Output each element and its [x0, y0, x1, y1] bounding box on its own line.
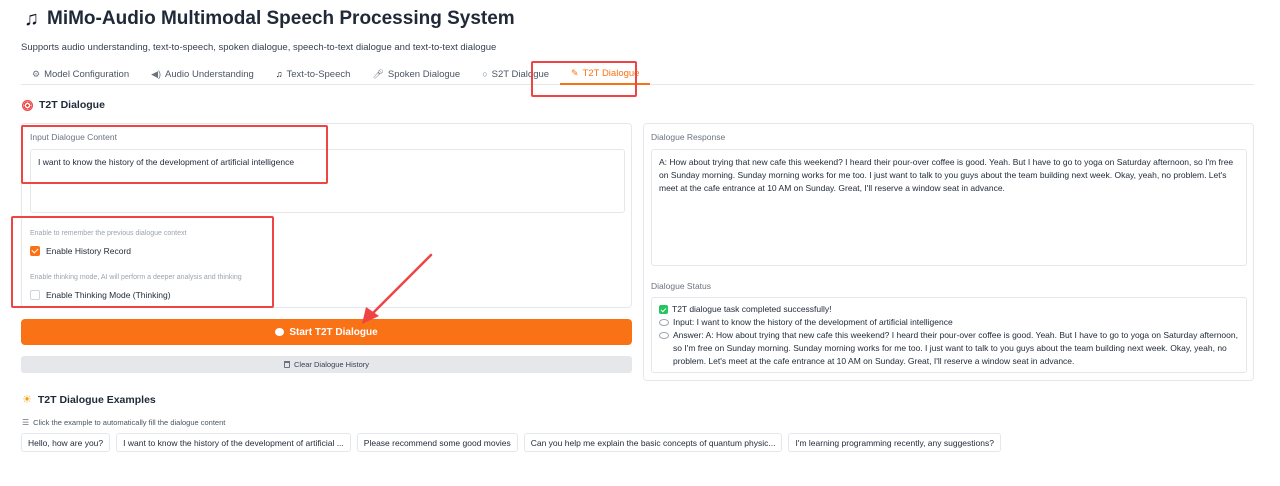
thinking-checkbox-label: Enable Thinking Mode (Thinking)	[46, 290, 171, 300]
check-icon	[659, 305, 668, 314]
status-completed-text: T2T dialogue task completed successfully…	[672, 304, 832, 314]
input-panel: Input Dialogue Content I want to know th…	[21, 123, 632, 308]
chat-bubble-icon	[275, 328, 285, 336]
example-chip[interactable]: Hello, how are you?	[21, 433, 111, 452]
start-t2t-dialogue-button[interactable]: Start T2T Dialogue	[21, 319, 632, 345]
tab-label: Spoken Dialogue	[387, 68, 461, 80]
sun-icon: ☀	[22, 394, 32, 406]
clear-history-button[interactable]: Clear Dialogue History	[21, 356, 632, 373]
app-header: ♫ MiMo-Audio Multimodal Speech Processin…	[24, 7, 515, 31]
tab-label: S2T Dialogue	[491, 68, 550, 80]
examples-title: ☀ T2T Dialogue Examples	[22, 393, 156, 407]
status-answer-line: Answer: A: How about trying that new caf…	[659, 329, 1239, 368]
thinking-hint: Enable thinking mode, AI will perform a …	[30, 274, 242, 281]
section-title: T2T Dialogue	[22, 99, 105, 111]
input-label: Input Dialogue Content	[30, 132, 117, 142]
tab-bar: ⚙ Model Configuration ◀) Audio Understan…	[21, 63, 1254, 85]
page-title: MiMo-Audio Multimodal Speech Processing …	[47, 8, 515, 29]
status-input-text: Input: I want to know the history of the…	[673, 317, 953, 327]
thinking-checkbox-row[interactable]: Enable Thinking Mode (Thinking)	[30, 290, 171, 300]
page-subtitle: Supports audio understanding, text-to-sp…	[21, 42, 497, 53]
section-title-text: T2T Dialogue	[39, 99, 105, 111]
examples-list: Hello, how are you? I want to know the h…	[21, 433, 1001, 452]
example-chip[interactable]: I want to know the history of the develo…	[116, 433, 351, 452]
music-note-icon: ♫	[24, 8, 39, 30]
tab-label: Model Configuration	[44, 68, 130, 80]
tab-s2t-dialogue[interactable]: ○ S2T Dialogue	[471, 63, 560, 85]
example-chip[interactable]: I'm learning programming recently, any s…	[788, 433, 1001, 452]
output-panel: Dialogue Response A: How about trying th…	[643, 123, 1254, 381]
examples-title-text: T2T Dialogue Examples	[37, 393, 156, 406]
tab-text-to-speech[interactable]: ♫ Text-to-Speech	[265, 63, 362, 85]
status-label: Dialogue Status	[651, 281, 712, 291]
dialogue-response-output[interactable]: A: How about trying that new cafe this w…	[651, 149, 1247, 266]
tab-label: Text-to-Speech	[286, 68, 351, 80]
history-checkbox-label: Enable History Record	[46, 246, 132, 256]
examples-hint-text: Click the example to automatically fill …	[33, 418, 226, 427]
response-label: Dialogue Response	[651, 132, 726, 142]
list-icon: ☰	[22, 418, 30, 427]
gear-icon: ⚙	[32, 68, 41, 79]
status-completed-line: T2T dialogue task completed successfully…	[659, 303, 1239, 316]
tab-t2t-dialogue[interactable]: ✎ T2T Dialogue	[560, 63, 651, 85]
tab-spoken-dialogue[interactable]: 🎤︎ Spoken Dialogue	[361, 63, 471, 85]
speaker-icon: ◀)	[151, 68, 162, 79]
speech-bubble-icon	[659, 332, 669, 339]
dialogue-input[interactable]: I want to know the history of the develo…	[30, 149, 625, 213]
trash-icon	[283, 361, 290, 368]
microphone-icon: 🎤︎	[372, 68, 384, 79]
tab-model-configuration[interactable]: ⚙ Model Configuration	[21, 63, 140, 85]
status-answer-text: Answer: A: How about trying that new caf…	[673, 330, 1238, 366]
tab-label: Audio Understanding	[165, 68, 254, 80]
thinking-checkbox[interactable]	[30, 290, 40, 300]
history-checkbox-row[interactable]: Enable History Record	[30, 246, 131, 256]
speech-bubble-icon: ○	[482, 69, 488, 79]
music-note-icon: ♫	[275, 69, 283, 79]
tab-audio-understanding[interactable]: ◀) Audio Understanding	[140, 63, 265, 85]
examples-hint: ☰ Click the example to automatically fil…	[22, 418, 225, 427]
speech-bubble-icon	[659, 319, 669, 326]
dialogue-status-output[interactable]: T2T dialogue task completed successfully…	[651, 297, 1247, 373]
tab-label: T2T Dialogue	[582, 67, 640, 79]
memo-icon: ✎	[571, 67, 579, 78]
history-checkbox[interactable]	[30, 246, 40, 256]
example-chip[interactable]: Please recommend some good movies	[356, 433, 518, 452]
status-input-line: Input: I want to know the history of the…	[659, 316, 1239, 329]
start-button-label: Start T2T Dialogue	[289, 326, 378, 338]
clear-button-label: Clear Dialogue History	[293, 360, 370, 369]
history-hint: Enable to remember the previous dialogue…	[30, 230, 187, 237]
target-icon	[22, 99, 33, 111]
example-chip[interactable]: Can you help me explain the basic concep…	[523, 433, 783, 452]
